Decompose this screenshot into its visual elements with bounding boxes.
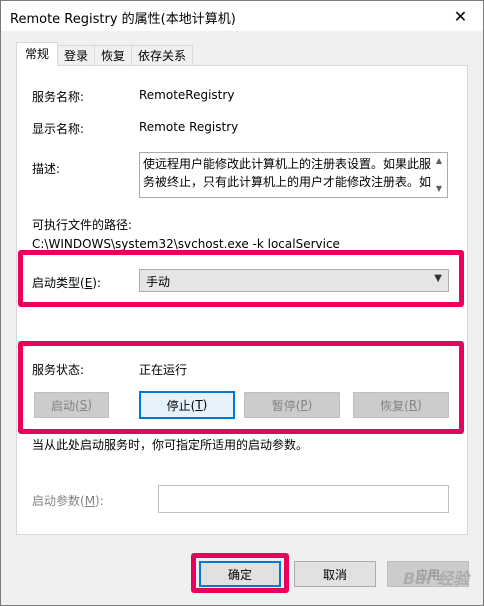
display-name-value: Remote Registry — [139, 120, 239, 134]
watermark: Bai 经验 — [402, 569, 469, 588]
service-status-highlight — [18, 341, 464, 434]
title-bar: Remote Registry 的属性(本地计算机) ✕ — [1, 1, 483, 31]
start-params-label: 启动参数(M): — [32, 494, 104, 508]
cancel-button[interactable]: 取消 — [294, 561, 376, 587]
start-params-hint: 当从此处启动服务时，你可指定所适用的启动参数。 — [32, 438, 309, 452]
tab-dependencies[interactable]: 依存关系 — [131, 45, 194, 66]
scroll-down-icon[interactable]: ▼ — [433, 183, 445, 195]
exe-path-value: C:\WINDOWS\system32\svchost.exe -k local… — [32, 237, 340, 251]
tab-recovery[interactable]: 恢复 — [94, 45, 133, 66]
scroll-up-icon[interactable]: ▲ — [433, 155, 445, 167]
close-button[interactable]: ✕ — [438, 1, 483, 31]
properties-dialog: Remote Registry 的属性(本地计算机) ✕ 常规 登录 恢复 依存… — [0, 0, 484, 606]
description-label: 描述: — [32, 162, 61, 176]
display-name-label: 显示名称: — [32, 122, 85, 136]
exe-path-label: 可执行文件的路径: — [32, 218, 133, 232]
close-icon: ✕ — [453, 6, 468, 26]
description-box[interactable]: 使远程用户能修改此计算机上的注册表设置。如果此服务被终止，只有此计算机上的用户才… — [139, 152, 448, 198]
tab-logon[interactable]: 登录 — [57, 45, 96, 66]
description-text: 使远程用户能修改此计算机上的注册表设置。如果此服务被终止，只有此计算机上的用户才… — [143, 157, 431, 189]
ok-button-highlight — [191, 553, 289, 593]
startup-type-highlight — [18, 250, 464, 307]
tab-strip: 常规 登录 恢复 依存关系 — [16, 42, 194, 66]
start-params-input[interactable] — [158, 485, 449, 513]
window-title: Remote Registry 的属性(本地计算机) — [10, 12, 236, 27]
service-name-label: 服务名称: — [32, 90, 85, 104]
service-name-value: RemoteRegistry — [139, 88, 235, 102]
tab-general[interactable]: 常规 — [16, 42, 59, 66]
